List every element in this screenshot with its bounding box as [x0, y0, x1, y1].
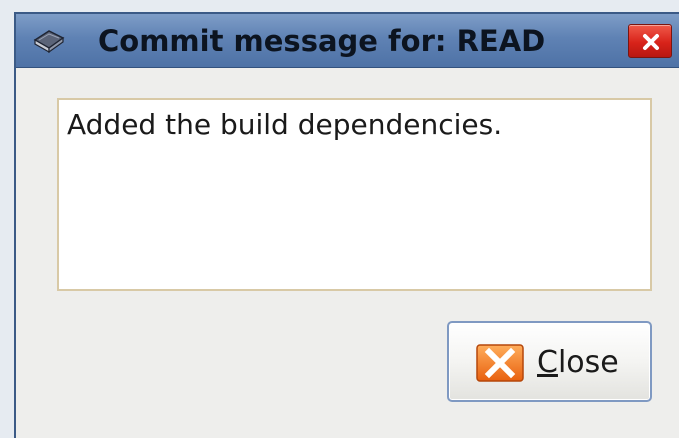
cancel-x-icon: [476, 344, 524, 382]
desktop-background: Commit message for: READ Added the build…: [0, 0, 679, 438]
title-bar[interactable]: Commit message for: READ: [16, 14, 679, 68]
window-close-button[interactable]: [628, 24, 672, 58]
close-x-icon: [643, 34, 659, 50]
commit-message-dialog: Commit message for: READ Added the build…: [14, 12, 679, 438]
notebook-icon: [32, 28, 66, 54]
commit-message-text[interactable]: Added the build dependencies.: [57, 98, 652, 291]
close-button[interactable]: Close: [447, 321, 652, 402]
window-title: Commit message for: READ: [98, 24, 546, 58]
close-button-label: Close: [537, 345, 619, 380]
